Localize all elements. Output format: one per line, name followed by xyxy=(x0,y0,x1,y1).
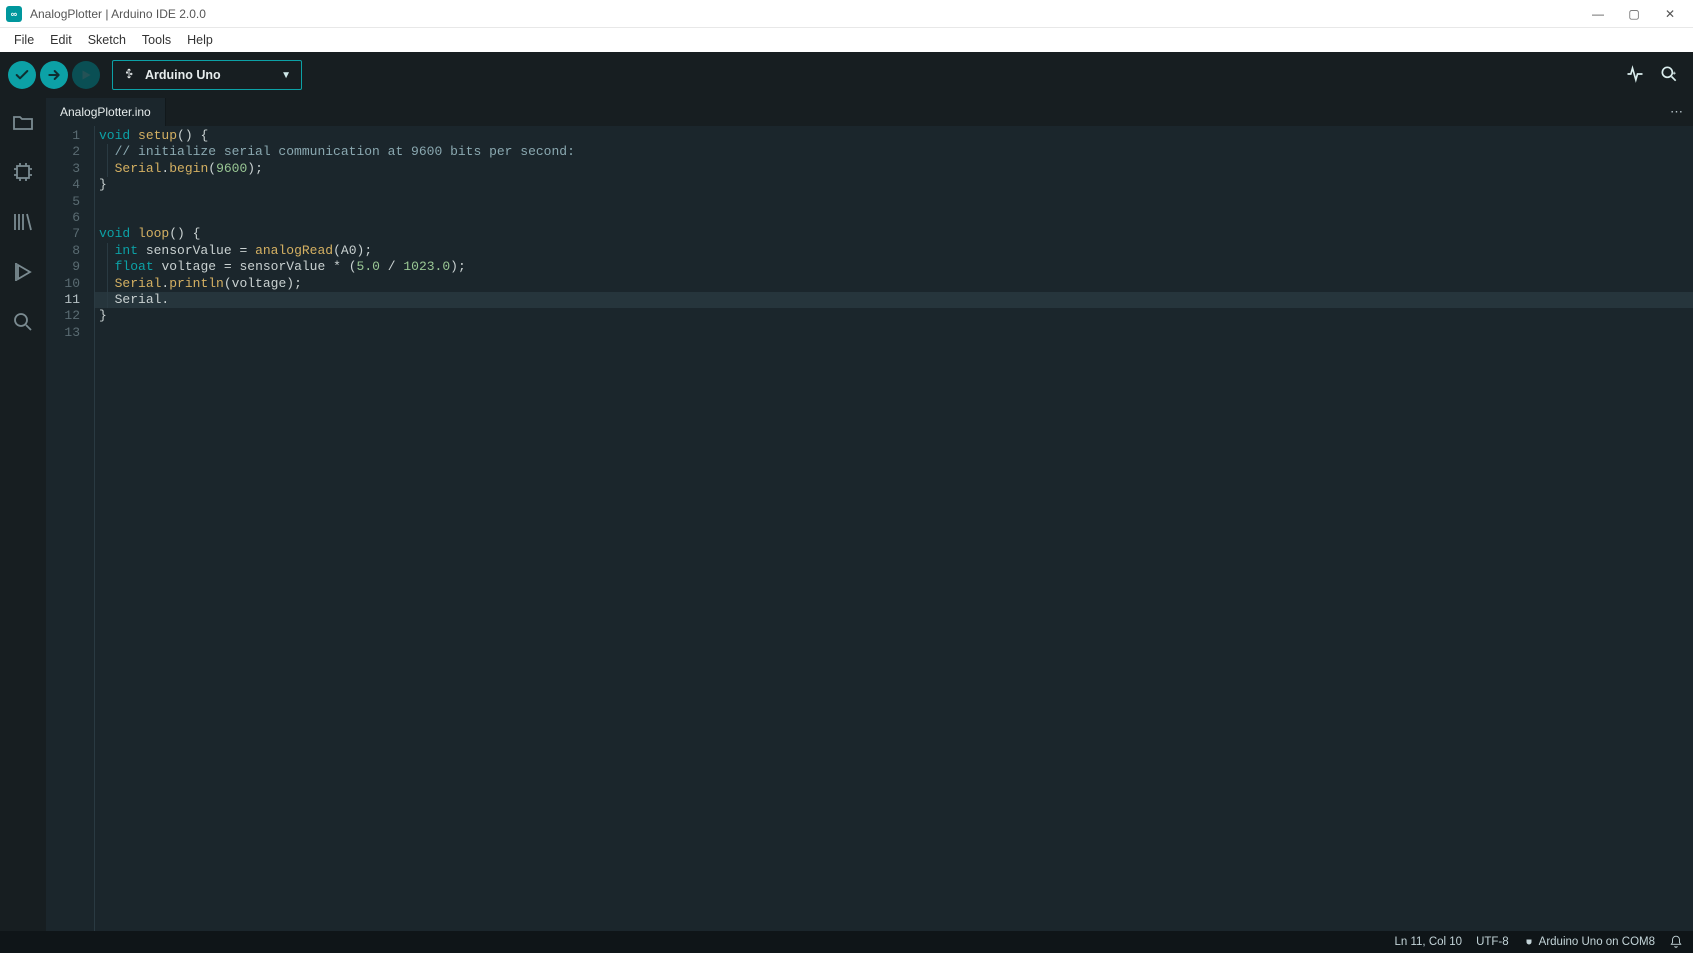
folder-icon xyxy=(11,110,35,134)
serial-monitor-button[interactable] xyxy=(1659,64,1679,87)
line-number: 6 xyxy=(46,210,80,226)
line-number: 4 xyxy=(46,177,80,193)
code-line[interactable]: Serial.begin(9600); xyxy=(95,161,1693,177)
pulse-icon xyxy=(1625,64,1645,84)
close-button[interactable]: ✕ xyxy=(1663,7,1677,21)
sketchbook-button[interactable] xyxy=(9,108,37,136)
window-title: AnalogPlotter | Arduino IDE 2.0.0 xyxy=(30,7,206,21)
editor-more-button[interactable]: ⋯ xyxy=(1660,98,1693,126)
board-selector-label: Arduino Uno xyxy=(145,68,221,82)
menu-sketch[interactable]: Sketch xyxy=(80,31,134,49)
statusbar: Ln 11, Col 10 UTF-8 Arduino Uno on COM8 xyxy=(0,931,1693,953)
tabbar: AnalogPlotter.ino ⋯ xyxy=(46,98,1693,126)
maximize-button[interactable]: ▢ xyxy=(1627,7,1641,21)
debug-button[interactable] xyxy=(72,61,100,89)
library-manager-button[interactable] xyxy=(9,208,37,236)
line-number: 11 xyxy=(46,292,80,308)
main-area: AnalogPlotter.ino ⋯ 12345678910111213 vo… xyxy=(0,98,1693,931)
line-number: 7 xyxy=(46,226,80,242)
window-controls: — ▢ ✕ xyxy=(1591,7,1687,21)
code-content[interactable]: void setup() { // initialize serial comm… xyxy=(94,126,1693,931)
books-icon xyxy=(11,210,35,234)
code-line[interactable]: void loop() { xyxy=(95,226,1693,242)
line-number: 5 xyxy=(46,194,80,210)
line-number-gutter: 12345678910111213 xyxy=(46,126,94,931)
status-cursor-position[interactable]: Ln 11, Col 10 xyxy=(1395,936,1463,948)
minimize-button[interactable]: — xyxy=(1591,7,1605,21)
tab-label: AnalogPlotter.ino xyxy=(60,105,151,119)
app-icon: ∞ xyxy=(6,6,22,22)
menu-tools[interactable]: Tools xyxy=(134,31,179,49)
serial-plotter-button[interactable] xyxy=(1625,64,1645,87)
line-number: 9 xyxy=(46,259,80,275)
activity-bar xyxy=(0,98,46,931)
upload-button[interactable] xyxy=(40,61,68,89)
play-outline-icon xyxy=(11,260,35,284)
menu-help[interactable]: Help xyxy=(179,31,221,49)
code-line[interactable]: } xyxy=(95,308,1693,324)
chip-icon xyxy=(11,160,35,184)
arrow-right-icon xyxy=(46,67,62,83)
code-line[interactable]: } xyxy=(95,177,1693,193)
bell-icon xyxy=(1669,935,1683,949)
code-line[interactable] xyxy=(95,210,1693,226)
check-icon xyxy=(14,67,30,83)
magnify-icon xyxy=(1659,64,1679,84)
line-number: 10 xyxy=(46,276,80,292)
window-titlebar: ∞ AnalogPlotter | Arduino IDE 2.0.0 — ▢ … xyxy=(0,0,1693,28)
status-encoding[interactable]: UTF-8 xyxy=(1476,936,1509,948)
usb-icon xyxy=(123,67,135,84)
verify-button[interactable] xyxy=(8,61,36,89)
menubar: File Edit Sketch Tools Help xyxy=(0,28,1693,52)
code-line[interactable]: void setup() { xyxy=(95,128,1693,144)
tab-analogplotter[interactable]: AnalogPlotter.ino xyxy=(46,98,166,126)
menu-file[interactable]: File xyxy=(6,31,42,49)
editor-area: AnalogPlotter.ino ⋯ 12345678910111213 vo… xyxy=(46,98,1693,931)
status-board-label: Arduino Uno on COM8 xyxy=(1539,936,1655,948)
line-number: 13 xyxy=(46,325,80,341)
toolbar: Arduino Uno ▼ xyxy=(0,52,1693,98)
code-line[interactable]: Serial. xyxy=(95,292,1693,308)
code-line[interactable]: int sensorValue = analogRead(A0); xyxy=(95,243,1693,259)
search-icon xyxy=(11,310,35,334)
status-board[interactable]: Arduino Uno on COM8 xyxy=(1523,936,1655,948)
menu-edit[interactable]: Edit xyxy=(42,31,80,49)
code-line[interactable]: // initialize serial communication at 96… xyxy=(95,144,1693,160)
chevron-down-icon: ▼ xyxy=(281,70,291,81)
line-number: 8 xyxy=(46,243,80,259)
line-number: 12 xyxy=(46,308,80,324)
line-number: 2 xyxy=(46,144,80,160)
boards-manager-button[interactable] xyxy=(9,158,37,186)
notifications-button[interactable] xyxy=(1669,935,1683,949)
code-line[interactable]: float voltage = sensorValue * (5.0 / 102… xyxy=(95,259,1693,275)
code-editor[interactable]: 12345678910111213 void setup() { // init… xyxy=(46,126,1693,931)
search-button[interactable] xyxy=(9,308,37,336)
debug-panel-button[interactable] xyxy=(9,258,37,286)
line-number: 3 xyxy=(46,161,80,177)
line-number: 1 xyxy=(46,128,80,144)
plug-icon xyxy=(1523,936,1535,948)
code-line[interactable]: Serial.println(voltage); xyxy=(95,276,1693,292)
board-selector[interactable]: Arduino Uno ▼ xyxy=(112,60,302,90)
play-bug-icon xyxy=(79,68,93,82)
code-line[interactable] xyxy=(95,194,1693,210)
code-line[interactable] xyxy=(95,325,1693,341)
ellipsis-icon: ⋯ xyxy=(1670,104,1683,120)
